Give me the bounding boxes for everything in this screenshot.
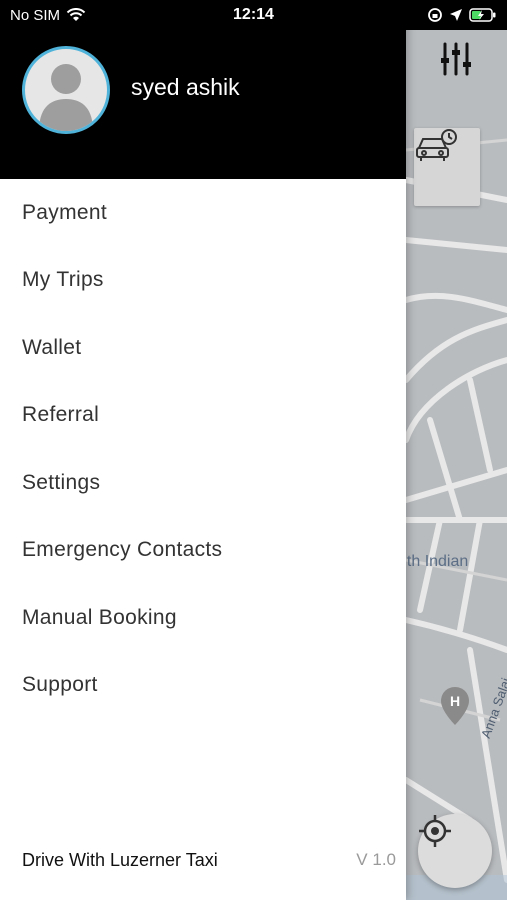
menu-item-settings[interactable]: Settings	[0, 449, 406, 517]
filter-button[interactable]	[440, 42, 482, 84]
menu-item-emergency-contacts[interactable]: Emergency Contacts	[0, 517, 406, 585]
menu-item-manual-booking[interactable]: Manual Booking	[0, 584, 406, 652]
drawer-header[interactable]: syed ashik	[0, 30, 406, 179]
battery-charging-icon	[469, 8, 496, 22]
user-placeholder-icon	[39, 64, 93, 131]
carrier-label: No SIM	[10, 6, 61, 24]
drive-with-us-link[interactable]: Drive With Luzerner Taxi	[22, 850, 218, 871]
menu-item-my-trips[interactable]: My Trips	[0, 247, 406, 315]
wifi-icon	[66, 8, 86, 21]
drawer-menu: Payment My Trips Wallet Referral Setting…	[0, 179, 406, 719]
menu-item-support[interactable]: Support	[0, 652, 406, 720]
user-name: syed ashik	[131, 74, 240, 100]
filter-icon	[441, 42, 471, 76]
locate-icon	[419, 815, 451, 847]
avatar[interactable]	[22, 46, 110, 134]
location-arrow-icon	[450, 9, 462, 21]
app-version: V 1.0	[356, 850, 396, 869]
orientation-lock-icon	[428, 8, 442, 22]
menu-item-payment[interactable]: Payment	[0, 179, 406, 247]
svg-text:H: H	[450, 693, 460, 709]
schedule-ride-button[interactable]	[414, 128, 480, 206]
locate-button[interactable]	[418, 814, 492, 888]
menu-item-referral[interactable]: Referral	[0, 382, 406, 450]
status-bar: No SIM 12:14	[0, 0, 507, 30]
car-schedule-icon	[416, 129, 457, 161]
navigation-drawer: syed ashik Payment My Trips Wallet Refer…	[0, 0, 406, 900]
drawer-footer: Drive With Luzerner Taxi V 1.0	[0, 838, 406, 882]
map-place-label: uth Indian	[398, 553, 469, 570]
menu-item-wallet[interactable]: Wallet	[0, 314, 406, 382]
hospital-pin-icon[interactable]: H	[441, 687, 469, 725]
